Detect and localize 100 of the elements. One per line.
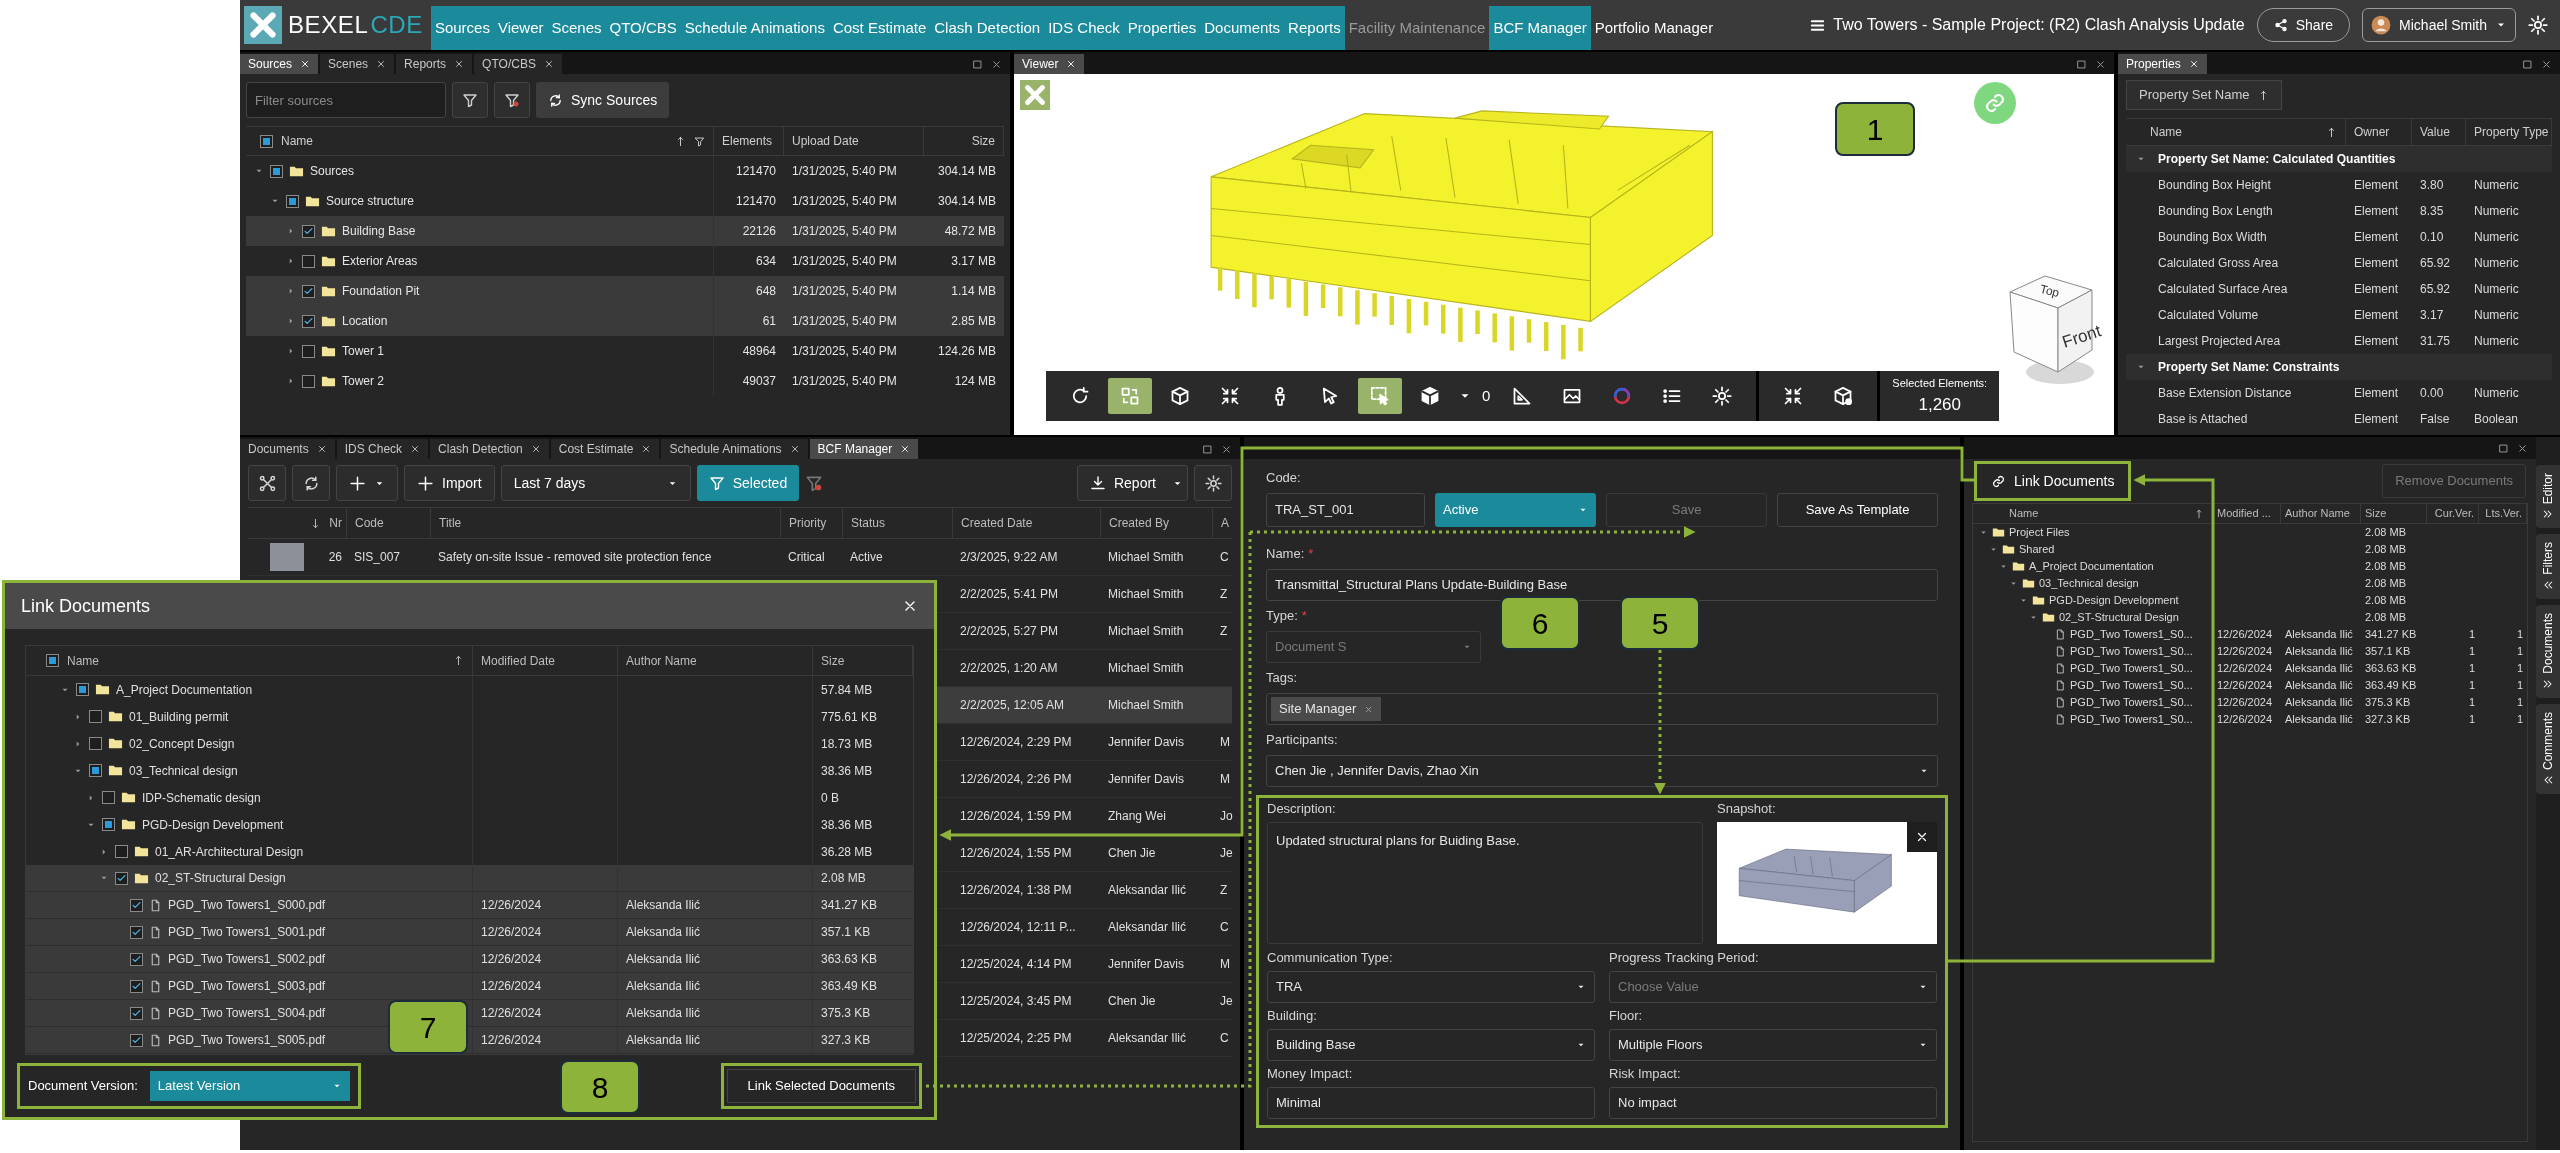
table-cell-text: 1 bbox=[2515, 644, 2524, 660]
status-dropdown[interactable]: Active bbox=[1435, 493, 1597, 527]
tree-item-label: A_Project Documentation bbox=[116, 681, 253, 699]
filter-field[interactable]: Filter sources bbox=[246, 82, 446, 118]
panel-tab[interactable]: BCF Manager bbox=[809, 439, 919, 459]
tree-item-label: PGD_Two Towers1_S0... bbox=[2070, 627, 2193, 643]
table-cell-text: 0.00 bbox=[2419, 385, 2445, 402]
tree-item-label: Building Base bbox=[342, 223, 416, 240]
field-label: Progress Tracking Period: bbox=[1609, 949, 1759, 968]
table-cell-text: 341.27 KB bbox=[820, 897, 879, 914]
panel-tab[interactable]: Reports bbox=[396, 54, 473, 74]
tree-item-label: PGD_Two Towers1_S0... bbox=[2070, 644, 2193, 660]
column-header: Modified ... bbox=[2213, 504, 2281, 523]
table-cell-text: 48.72 MB bbox=[943, 223, 997, 240]
text-field[interactable]: No impact bbox=[1609, 1087, 1937, 1119]
column-header: Name bbox=[2150, 124, 2182, 141]
menu-tab[interactable]: Cost Estimate bbox=[828, 6, 931, 50]
dropdown-field[interactable]: Building Base bbox=[1267, 1029, 1595, 1061]
table-cell-text: 26 bbox=[327, 549, 343, 566]
panel-tab[interactable]: Schedule Animations bbox=[661, 439, 808, 459]
table-cell: 12/26/2024 bbox=[473, 973, 618, 999]
tree-item-label: PGD-Design Development bbox=[2049, 593, 2179, 609]
panel-tab[interactable]: Clash Detection bbox=[430, 439, 549, 459]
side-tab[interactable]: Editor bbox=[2536, 465, 2560, 529]
table-cell-text: 1 bbox=[2515, 661, 2524, 677]
field-label: Snapshot: bbox=[1717, 800, 1776, 819]
tree-item-label: Sources bbox=[310, 163, 355, 180]
dropdown-field[interactable]: Choose Value bbox=[1609, 971, 1937, 1003]
menu-tab[interactable]: Scenes bbox=[547, 6, 606, 50]
side-tab[interactable]: Documents bbox=[2536, 605, 2560, 698]
side-tab[interactable]: Comments bbox=[2536, 703, 2560, 794]
menu-tab[interactable]: Viewer bbox=[493, 6, 548, 50]
side-tab[interactable]: Filters bbox=[2536, 534, 2560, 600]
link-documents-button[interactable]: Link Documents bbox=[1979, 466, 2127, 496]
column-header: Name bbox=[281, 133, 313, 150]
table-cell-text: 1 bbox=[2467, 661, 2476, 677]
dropdown-field[interactable]: TRA bbox=[1267, 971, 1595, 1003]
panel-tab[interactable]: Documents bbox=[240, 439, 335, 459]
table-row[interactable]: 26 SIS_007 Safety on-site Issue - removed site protection fence Critical Active 2/3/2025, 9:22 AM Michael Smith C bbox=[248, 539, 1232, 576]
menu-tab[interactable]: Properties bbox=[1123, 6, 1201, 50]
panel-tab[interactable]: IDS Check bbox=[336, 439, 429, 459]
text-field[interactable]: Minimal bbox=[1267, 1087, 1595, 1119]
report-button[interactable]: Report bbox=[1076, 465, 1188, 501]
menu-tab[interactable]: Documents bbox=[1200, 6, 1285, 50]
column-header: Status bbox=[842, 508, 952, 538]
description-field[interactable]: Updated structural plans for Buiding Base. bbox=[1267, 822, 1703, 944]
table-cell-text: Numeric bbox=[2473, 255, 2520, 272]
table-cell-text: 341.27 KB bbox=[2364, 627, 2418, 643]
panel-tab[interactable]: Cost Estimate bbox=[550, 439, 660, 459]
table-cell-text: Calculated Volume bbox=[2157, 307, 2260, 324]
panel-tab[interactable]: Viewer bbox=[1014, 54, 1085, 74]
import-button[interactable]: Import bbox=[404, 465, 495, 501]
participants-dropdown[interactable]: Chen Jie , Jennifer Davis, Zhao Xin bbox=[1266, 755, 1938, 787]
panel-tab[interactable]: Scenes bbox=[320, 54, 395, 74]
menu-tab[interactable]: Clash Detection bbox=[930, 6, 1045, 50]
link-selected-documents-button[interactable]: Link Selected Documents bbox=[726, 1069, 916, 1103]
tree-item-label: Foundation Pit bbox=[342, 283, 420, 300]
code-field[interactable]: TRA_ST_001 bbox=[1266, 493, 1426, 527]
callout-number: 7 bbox=[388, 1000, 468, 1054]
table-cell-text: 22126 bbox=[741, 223, 777, 240]
tool-value: 0 bbox=[1481, 385, 1492, 406]
tags-field[interactable]: Site Manager bbox=[1266, 693, 1938, 725]
column-header: Priority bbox=[780, 508, 842, 538]
table-cell-text: Michael Smith bbox=[1107, 697, 1185, 714]
table-cell-text: 363.63 KB bbox=[820, 951, 879, 968]
selected-filter-button[interactable]: Selected bbox=[696, 465, 800, 501]
table-cell-text: Element bbox=[2353, 229, 2400, 246]
table-cell-text: Jennifer Davis bbox=[1107, 734, 1186, 751]
group-by-chip[interactable]: Property Set Name bbox=[2126, 80, 2282, 110]
dropdown-field[interactable]: Multiple Floors bbox=[1609, 1029, 1937, 1061]
menu-tab[interactable]: Portfolio Manager bbox=[1590, 6, 1718, 50]
period-dropdown[interactable]: Last 7 days bbox=[500, 465, 691, 501]
table-cell-text: Active bbox=[849, 549, 884, 566]
table-cell-text: 2.85 MB bbox=[950, 313, 997, 330]
table-cell-text: 2.08 MB bbox=[2364, 525, 2407, 541]
menu-tab[interactable]: Sources bbox=[430, 6, 494, 50]
menu-tab[interactable]: Reports bbox=[1284, 6, 1345, 50]
menu-tab[interactable]: BCF Manager bbox=[1489, 6, 1591, 50]
column-header: A bbox=[1212, 508, 1237, 538]
table-cell-text: 1.14 MB bbox=[950, 283, 997, 300]
table-cell-text: Element bbox=[2353, 333, 2400, 350]
panel-tab[interactable]: Sources bbox=[240, 54, 319, 74]
tag-chip[interactable]: Site Manager bbox=[1271, 697, 1382, 721]
table-cell-text: 2/2/2025, 5:27 PM bbox=[959, 623, 1060, 640]
user-menu-button[interactable]: Michael Smith bbox=[2362, 8, 2516, 42]
sync-sources-button[interactable]: Sync Sources bbox=[536, 82, 670, 118]
version-dropdown[interactable]: Latest Version bbox=[149, 1071, 350, 1101]
menu-tab[interactable]: QTO/CBS bbox=[605, 6, 681, 50]
menu-tab[interactable]: Schedule Animations bbox=[680, 6, 829, 50]
panel-tab[interactable]: QTO/CBS bbox=[474, 54, 562, 74]
field-label: Tags: bbox=[1266, 669, 1298, 688]
column-header: Author Name bbox=[618, 646, 813, 675]
tree-item-label: PGD_Two Towers1_S001.pdf bbox=[168, 924, 326, 941]
table-cell-text: 357.1 KB bbox=[2364, 644, 2412, 660]
panel-tab[interactable]: Properties bbox=[2118, 54, 2207, 74]
menu-tab[interactable]: IDS Check bbox=[1044, 6, 1124, 50]
table-cell-text: Michael Smith bbox=[1107, 586, 1185, 603]
table-cell-text: M bbox=[1219, 734, 1231, 751]
save-as-template-button[interactable]: Save As Template bbox=[1777, 493, 1938, 527]
tree-item-label: PGD_Two Towers1_S002.pdf bbox=[168, 951, 326, 968]
